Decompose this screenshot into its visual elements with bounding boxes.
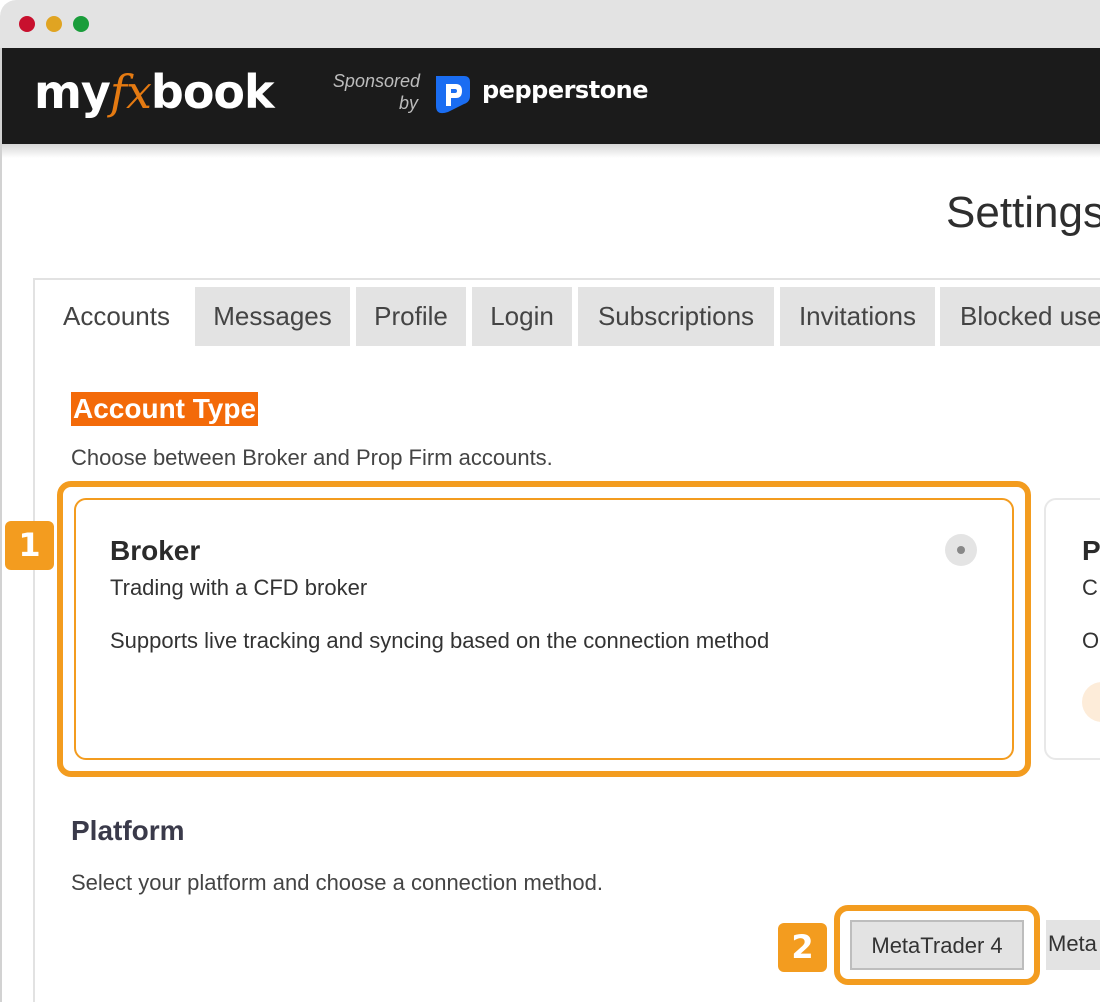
- tab-accounts[interactable]: Accounts: [43, 287, 190, 346]
- broker-card-description: Supports live tracking and syncing based…: [110, 628, 770, 653]
- window-titlebar: [0, 0, 1100, 48]
- pepperstone-logo-icon[interactable]: [430, 72, 474, 116]
- logo-text-fx: fx: [109, 65, 152, 119]
- page-title: Settings: [946, 188, 1100, 237]
- tab-blocked-users[interactable]: Blocked users: [940, 287, 1100, 346]
- broker-radio[interactable]: [945, 534, 977, 566]
- broker-card-title: Broker: [110, 535, 201, 566]
- myfxbook-logo[interactable]: myfxbook: [34, 62, 275, 122]
- account-type-description: Choose between Broker and Prop Firm acco…: [71, 445, 553, 470]
- minimize-dot[interactable]: [46, 16, 62, 32]
- tab-subscriptions[interactable]: Subscriptions: [578, 287, 774, 346]
- tab-login[interactable]: Login: [472, 287, 572, 346]
- header-shadow: [2, 144, 1100, 158]
- sponsor-name[interactable]: pepperstone: [482, 76, 649, 104]
- annotation-badge-2: 2: [778, 923, 827, 972]
- broker-card-subtitle: Trading with a CFD broker: [110, 575, 368, 600]
- site-header: myfxbook Sponsored by pepperstone: [2, 48, 1100, 144]
- platform-description: Select your platform and choose a connec…: [71, 870, 603, 895]
- metatrader-5-button[interactable]: Meta: [1046, 920, 1100, 970]
- prop-firm-card-description: O: [1082, 628, 1100, 653]
- sponsored-by-label: Sponsored by: [324, 70, 420, 114]
- sponsored-text: Sponsored: [332, 71, 420, 91]
- prop-firm-card-title: P: [1082, 535, 1100, 566]
- tab-messages[interactable]: Messages: [195, 287, 350, 346]
- metatrader-4-button[interactable]: MetaTrader 4: [850, 920, 1024, 970]
- maximize-dot[interactable]: [73, 16, 89, 32]
- browser-window: myfxbook Sponsored by pepperstone Settin…: [0, 0, 1100, 1002]
- logo-text-book: book: [150, 65, 275, 119]
- annotation-badge-1: 1: [5, 521, 54, 570]
- account-type-heading: Account Type: [71, 392, 259, 426]
- platform-heading: Platform: [71, 815, 185, 846]
- logo-text-my: my: [34, 65, 111, 119]
- window-border: [0, 48, 2, 1002]
- close-dot[interactable]: [19, 16, 35, 32]
- tab-invitations[interactable]: Invitations: [780, 287, 935, 346]
- prop-firm-card-subtitle: C: [1082, 575, 1098, 600]
- tab-profile[interactable]: Profile: [356, 287, 466, 346]
- by-text: by: [398, 93, 418, 113]
